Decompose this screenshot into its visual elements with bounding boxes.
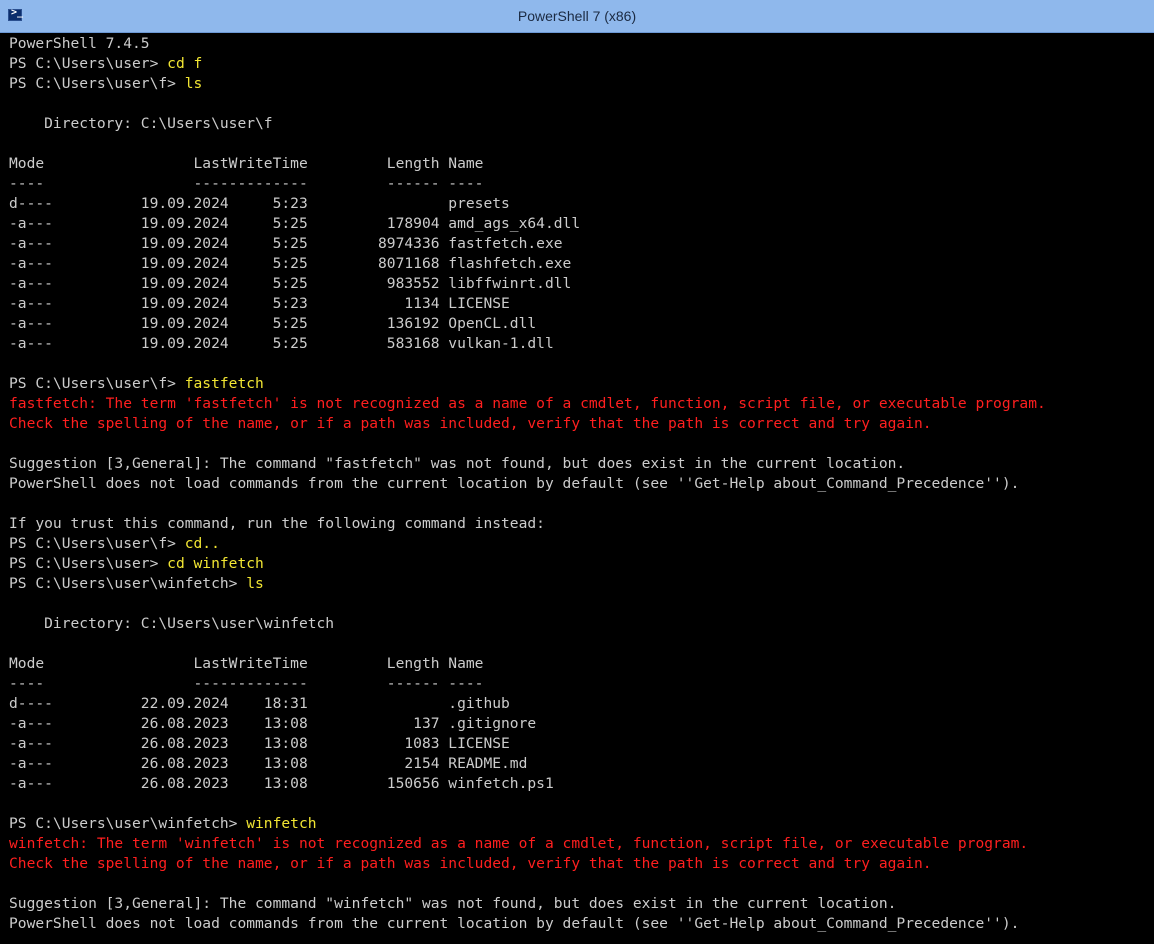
output-line: PowerShell 7.4.5 [9,35,150,52]
command-text: ls [184,75,203,92]
output-line: -a--- 26.08.2023 13:08 1083 LICENSE [9,735,510,752]
output-line: Directory: C:\Users\user\winfetch [9,615,335,632]
prompt-line: PS C:\Users\user\winfetch> winfetch [9,814,1154,834]
prompt-line: PS C:\Users\user> cd f [9,54,1154,74]
output-line: -a--- 19.09.2024 5:25 8071168 flashfetch… [9,255,572,272]
console-output[interactable]: PowerShell 7.4.5 PS C:\Users\user> cd f PS… [0,34,1154,944]
output-line: ---- ------------- ------ ---- [9,675,484,692]
powershell-window: >_ PowerShell 7 (x86) PowerShell 7.4.5 PS… [0,0,1154,944]
command-text: winfetch [246,815,317,832]
output-line: ---- ------------- ------ ---- [9,175,484,192]
prompt-text: PS C:\Users\user\f> [9,75,185,92]
prompt-text: PS C:\Users\user\winfetch> [9,575,247,592]
output-line: d---- 22.09.2024 18:31 .github [9,695,510,712]
command-text: fastfetch [184,375,264,392]
prompt-line: PS C:\Users\user\winfetch> ls [9,574,1154,594]
error-line: Check the spelling of the name, or if a … [9,855,932,872]
output-line: -a--- 26.08.2023 13:08 137 .gitignore [9,715,537,732]
output-line: -a--- 19.09.2024 5:25 136192 OpenCL.dll [9,315,537,332]
prompt-line: PS C:\Users\user\f> cd.. [9,534,1154,554]
command-text: ls [246,575,264,592]
prompt-line: PS C:\Users\user\f> fastfetch [9,374,1154,394]
output-line: Directory: C:\Users\user\f [9,115,273,132]
prompt-text: PS C:\Users\user> [9,555,168,572]
error-line: fastfetch: The term 'fastfetch' is not r… [9,395,1046,412]
prompt-text: PS C:\Users\user\winfetch> [9,815,247,832]
output-line: -a--- 19.09.2024 5:25 983552 libffwinrt.… [9,275,572,292]
prompt-text: PS C:\Users\user> [9,55,168,72]
output-line: -a--- 19.09.2024 5:25 178904 amd_ags_x64… [9,215,581,232]
error-line: Check the spelling of the name, or if a … [9,415,932,432]
window-title: PowerShell 7 (x86) [517,8,637,24]
output-line: PowerShell does not load commands from t… [9,915,1020,932]
output-line: -a--- 19.09.2024 5:25 8974336 fastfetch.… [9,235,563,252]
output-line: -a--- 26.08.2023 13:08 150656 winfetch.p… [9,775,554,792]
command-text: cd.. [184,535,220,552]
error-line: winfetch: The term 'winfetch' is not rec… [9,835,1029,852]
output-line: -a--- 19.09.2024 5:23 1134 LICENSE [9,295,510,312]
output-line: Mode LastWriteTime Length Name [9,155,484,172]
output-line: d---- 19.09.2024 5:23 presets [9,195,510,212]
output-line: If you trust this command, run the follo… [9,515,545,532]
prompt-text: PS C:\Users\user\f> [9,535,185,552]
prompt-text: PS C:\Users\user\f> [9,375,185,392]
command-text: cd winfetch [167,555,264,572]
title-bar[interactable]: >_ PowerShell 7 (x86) [0,0,1154,33]
output-line: PowerShell does not load commands from t… [9,475,1020,492]
output-line: -a--- 26.08.2023 13:08 2154 README.md [9,755,528,772]
prompt-line: PS C:\Users\user> cd winfetch [9,554,1154,574]
output-line: Suggestion [3,General]: The command "fas… [9,455,906,472]
output-line: Mode LastWriteTime Length Name [9,655,484,672]
command-text: cd f [167,55,203,72]
output-line: -a--- 19.09.2024 5:25 583168 vulkan-1.dl… [9,335,554,352]
output-line: Suggestion [3,General]: The command "win… [9,895,897,912]
prompt-line: PS C:\Users\user\f> ls [9,74,1154,94]
